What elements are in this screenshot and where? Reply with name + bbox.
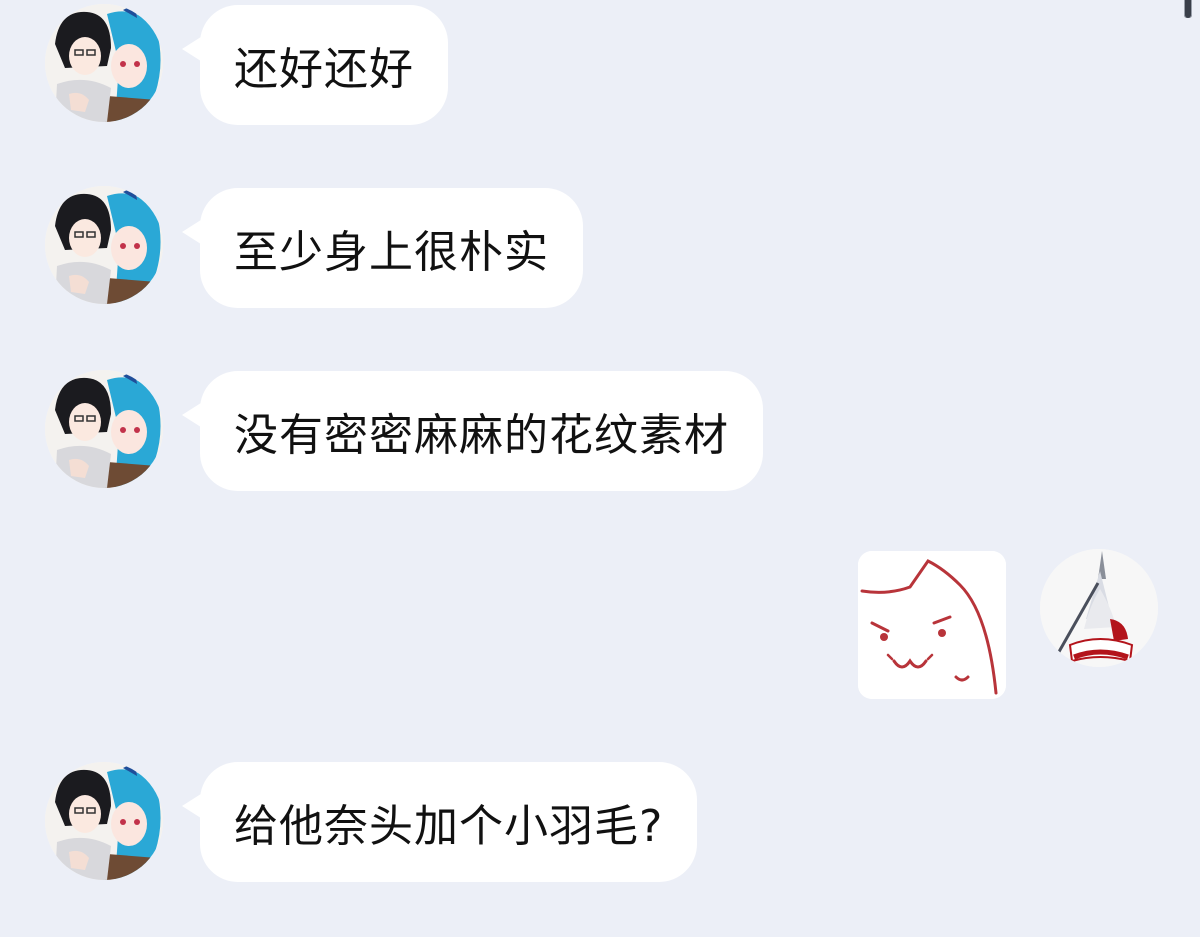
anime-duo-avatar-icon[interactable] [45,186,163,304]
message-row: 至少身上很朴实 [0,182,1200,312]
smug-cat-sticker-icon[interactable] [858,551,1006,699]
message-text: 没有密密麻麻的花纹素材 [234,410,729,461]
message-bubble[interactable]: 还好还好 [182,5,448,125]
feather-character-avatar-icon[interactable] [1040,549,1158,667]
message-row: 还好还好 [0,0,1200,130]
message-text: 至少身上很朴实 [234,227,549,278]
message-bubble[interactable]: 没有密密麻麻的花纹素材 [182,371,763,491]
message-row: 没有密密麻麻的花纹素材 [0,366,1200,496]
message-row [0,545,1200,705]
message-text: 给他奈头加个小羽毛? [234,801,664,852]
message-text: 还好还好 [234,44,414,95]
anime-duo-avatar-icon[interactable] [45,4,163,122]
chat-window: 还好还好 至少身上很朴实 没有密密麻麻的花纹素材 给他奈头加个小羽毛? [0,0,1200,937]
anime-duo-avatar-icon[interactable] [45,370,163,488]
message-bubble[interactable]: 给他奈头加个小羽毛? [181,762,698,882]
message-row: 给他奈头加个小羽毛? [0,756,1200,891]
anime-duo-avatar-icon[interactable] [45,762,163,880]
message-bubble[interactable]: 至少身上很朴实 [182,188,583,308]
